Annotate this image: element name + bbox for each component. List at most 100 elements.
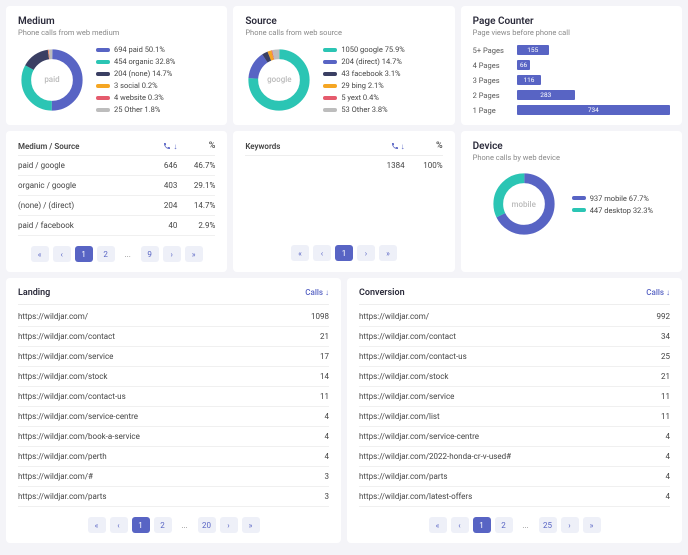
row-pct: 100% xyxy=(405,161,443,170)
row-name: paid / google xyxy=(18,161,139,170)
table-row: 1384100% xyxy=(245,156,442,175)
list-item: https://wildjar.com/parts3 xyxy=(18,487,329,507)
row-count: 11 xyxy=(320,392,329,401)
source-card: Source Phone calls from web source googl… xyxy=(233,6,454,125)
row-url: https://wildjar.com/2022-honda-cr-v-used… xyxy=(359,452,511,461)
pager-prev[interactable]: ‹ xyxy=(313,245,331,261)
bar-value: 66 xyxy=(517,60,531,70)
list-item: https://wildjar.com/contact21 xyxy=(18,327,329,347)
row-name: (none) / (direct) xyxy=(18,201,139,210)
legend-item-label: 5 yext 0.4% xyxy=(341,93,379,102)
pager-page-1[interactable]: 1 xyxy=(473,517,491,533)
list-item: https://wildjar.com/perth4 xyxy=(18,447,329,467)
medium-source-table-card: Medium / Source ↓ % paid / google64646.7… xyxy=(6,131,227,272)
pager-first[interactable]: « xyxy=(31,246,49,262)
row-pct: 14.7% xyxy=(177,201,215,210)
ms-title: Medium / Source xyxy=(18,142,139,151)
row-url: https://wildjar.com/service-centre xyxy=(359,432,479,441)
pager-prev[interactable]: ‹ xyxy=(53,246,71,262)
pager-next[interactable]: › xyxy=(163,246,181,262)
pager-first[interactable]: « xyxy=(291,245,309,261)
pager-dots: ... xyxy=(119,246,137,262)
list-item: https://wildjar.com/list11 xyxy=(359,407,670,427)
kw-pager: « ‹ 1 › » xyxy=(245,245,442,261)
pager-last[interactable]: » xyxy=(185,246,203,262)
pager-next[interactable]: › xyxy=(561,517,579,533)
pager-page-2[interactable]: 2 xyxy=(97,246,115,262)
landing-pager: « ‹ 1 2 ... 20 › » xyxy=(18,517,329,533)
source-donut-label: google xyxy=(245,46,313,114)
legend-item-label: 1050 google 75.9% xyxy=(341,45,404,54)
pager-page-2[interactable]: 2 xyxy=(154,517,172,533)
pager-last[interactable]: » xyxy=(379,245,397,261)
row-name xyxy=(245,161,366,170)
row-name: paid / facebook xyxy=(18,221,139,230)
row-count: 3 xyxy=(325,492,330,501)
row-pct: 46.7% xyxy=(177,161,215,170)
list-item: https://wildjar.com/contact-us 25 xyxy=(359,347,670,367)
row-pct: 2.9% xyxy=(177,221,215,230)
bar-label: 4 Pages xyxy=(473,61,513,70)
pager-first[interactable]: « xyxy=(429,517,447,533)
pager-page-25[interactable]: 25 xyxy=(539,517,557,533)
pager-last[interactable]: » xyxy=(242,517,260,533)
percent-icon: % xyxy=(177,141,215,151)
bar-value: 283 xyxy=(517,90,575,100)
source-title: Source xyxy=(245,16,442,27)
bar-value: 734 xyxy=(517,105,670,115)
pager-page-20[interactable]: 20 xyxy=(198,517,216,533)
landing-sort[interactable]: Calls ↓ xyxy=(305,288,329,298)
list-item: https://wildjar.com/#3 xyxy=(18,467,329,487)
pager-page-1[interactable]: 1 xyxy=(75,246,93,262)
list-item: https://wildjar.com/stock21 xyxy=(359,367,670,387)
table-row: paid / facebook402.9% xyxy=(18,216,215,236)
pager-prev[interactable]: ‹ xyxy=(451,517,469,533)
legend-item-label: 204 (none) 14.7% xyxy=(114,69,172,78)
pagecounter-card: Page Counter Page views before phone cal… xyxy=(461,6,682,125)
pager-page-1[interactable]: 1 xyxy=(335,245,353,261)
row-count: 25 xyxy=(661,352,670,361)
pager-last[interactable]: » xyxy=(583,517,601,533)
pager-prev[interactable]: ‹ xyxy=(110,517,128,533)
list-item: https://wildjar.com/contact34 xyxy=(359,327,670,347)
legend-item-label: 53 Other 3.8% xyxy=(341,105,387,114)
medium-title: Medium xyxy=(18,16,215,27)
conversion-title: Conversion xyxy=(359,288,405,298)
source-legend: 1050 google 75.9% 204 (direct) 14.7% 43 … xyxy=(323,45,404,114)
pager-first[interactable]: « xyxy=(88,517,106,533)
row-count: 4 xyxy=(666,492,671,501)
device-card: Device Phone calls by web device mobile … xyxy=(461,131,682,272)
conversion-sort[interactable]: Calls ↓ xyxy=(646,288,670,298)
device-title: Device xyxy=(473,141,670,152)
row-calls: 204 xyxy=(139,201,177,210)
pager-next[interactable]: › xyxy=(220,517,238,533)
row-count: 21 xyxy=(661,372,670,381)
row-calls: 403 xyxy=(139,181,177,190)
row-url: https://wildjar.com/stock xyxy=(18,372,107,381)
row-url: https://wildjar.com/ xyxy=(359,312,429,321)
pager-next[interactable]: › xyxy=(357,245,375,261)
pager-page-9[interactable]: 9 xyxy=(141,246,159,262)
row-url: https://wildjar.com/latest-offers xyxy=(359,492,472,501)
pager-page-2[interactable]: 2 xyxy=(495,517,513,533)
list-item: https://wildjar.com/992 xyxy=(359,307,670,327)
phone-icon xyxy=(163,142,171,150)
row-url: https://wildjar.com/contact-us xyxy=(18,392,126,401)
landing-card: Landing Calls ↓ https://wildjar.com/1098… xyxy=(6,278,341,543)
ms-pager: « ‹ 1 2 ... 9 › » xyxy=(18,246,215,262)
table-row: paid / google64646.7% xyxy=(18,156,215,176)
row-calls: 40 xyxy=(139,221,177,230)
legend-item-label: 4 website 0.3% xyxy=(114,93,164,102)
row-count: 17 xyxy=(320,352,329,361)
row-url: https://wildjar.com/parts xyxy=(359,472,448,481)
legend-item-label: 454 organic 32.8% xyxy=(114,57,175,66)
keywords-table-card: Keywords ↓ % 1384100% « ‹ 1 › » xyxy=(233,131,454,272)
medium-card: Medium Phone calls from web medium paid … xyxy=(6,6,227,125)
pager-dots: ... xyxy=(517,517,535,533)
row-name: organic / google xyxy=(18,181,139,190)
pager-page-1[interactable]: 1 xyxy=(132,517,150,533)
row-pct: 29.1% xyxy=(177,181,215,190)
row-count: 1098 xyxy=(311,312,329,321)
row-url: https://wildjar.com/contact-us xyxy=(359,352,467,361)
list-item: https://wildjar.com/latest-offers 4 xyxy=(359,487,670,507)
